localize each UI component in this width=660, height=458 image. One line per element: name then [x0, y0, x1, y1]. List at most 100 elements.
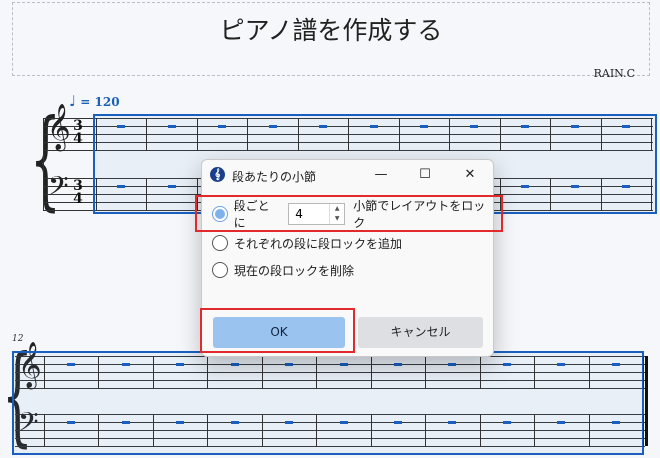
option-remove-lock[interactable]: 現在の段ロックを削除 [212, 260, 354, 280]
barline [534, 414, 535, 447]
whole-rest-icon[interactable] [285, 421, 293, 424]
barline [425, 356, 426, 389]
close-icon[interactable]: ✕ [450, 162, 490, 188]
barline [534, 356, 535, 389]
barline [197, 118, 198, 151]
barline [96, 118, 97, 151]
cancel-button[interactable]: キャンセル [358, 317, 483, 348]
barline [371, 356, 372, 389]
barline [146, 178, 147, 211]
barline [589, 356, 590, 389]
highlight-ok-button [200, 308, 355, 353]
option3-label: 現在の段ロックを削除 [234, 263, 355, 278]
ts-den: 4 [73, 191, 83, 207]
barline [153, 414, 154, 447]
whole-rest-icon[interactable] [448, 421, 456, 424]
dialog-title: 段あたりの小節 [232, 170, 317, 184]
barline [449, 118, 450, 151]
whole-rest-icon[interactable] [117, 185, 125, 188]
whole-rest-icon[interactable] [470, 125, 478, 128]
barline [298, 118, 299, 151]
barline [651, 178, 652, 211]
barline [643, 414, 644, 447]
whole-rest-icon[interactable] [67, 421, 75, 424]
barline [146, 118, 147, 151]
whole-rest-icon[interactable] [557, 363, 565, 366]
whole-rest-icon[interactable] [612, 421, 620, 424]
whole-rest-icon[interactable] [122, 363, 130, 366]
whole-rest-icon[interactable] [269, 125, 277, 128]
barline [643, 356, 644, 389]
barline [316, 414, 317, 447]
time-sig-treble[interactable]: 3 4 [72, 119, 84, 147]
whole-rest-icon[interactable] [218, 125, 226, 128]
ts-den: 4 [73, 131, 83, 147]
whole-rest-icon[interactable] [285, 363, 293, 366]
whole-rest-icon[interactable] [420, 125, 428, 128]
time-sig-bass[interactable]: 3 4 [72, 179, 84, 207]
whole-rest-icon[interactable] [394, 421, 402, 424]
minimize-icon[interactable]: — [361, 162, 401, 188]
system2-selection[interactable] [12, 351, 644, 455]
whole-rest-icon[interactable] [340, 363, 348, 366]
barline [207, 356, 208, 389]
barline [98, 356, 99, 389]
barline [550, 178, 551, 211]
whole-rest-icon[interactable] [571, 125, 579, 128]
barline [651, 118, 652, 151]
whole-rest-icon[interactable] [521, 185, 529, 188]
barline [601, 178, 602, 211]
whole-rest-icon[interactable] [448, 363, 456, 366]
barline [480, 414, 481, 447]
option2-label: それぞれの段に段ロックを追加 [234, 236, 403, 251]
barline [207, 414, 208, 447]
barline [44, 414, 45, 447]
tempo-value: = 120 [80, 95, 120, 109]
title-frame[interactable]: ピアノ譜を作成する RAIN.C [12, 2, 650, 80]
whole-rest-icon[interactable] [521, 125, 529, 128]
barline [44, 356, 45, 389]
whole-rest-icon[interactable] [622, 125, 630, 128]
barline [98, 414, 99, 447]
maximize-icon[interactable]: ☐ [405, 162, 445, 188]
whole-rest-icon[interactable] [370, 125, 378, 128]
score-title[interactable]: ピアノ譜を作成する [13, 11, 649, 47]
barline [262, 356, 263, 389]
radio-add-lock-each[interactable] [212, 235, 228, 251]
barline [500, 118, 501, 151]
bass-clef-icon[interactable]: 𝄢 [48, 170, 69, 209]
barline [480, 356, 481, 389]
whole-rest-icon[interactable] [168, 125, 176, 128]
whole-rest-icon[interactable] [503, 363, 511, 366]
radio-remove-lock[interactable] [212, 262, 228, 278]
whole-rest-icon[interactable] [176, 363, 184, 366]
barline [550, 118, 551, 151]
whole-rest-icon[interactable] [67, 363, 75, 366]
whole-rest-icon[interactable] [176, 421, 184, 424]
whole-rest-icon[interactable] [231, 363, 239, 366]
whole-rest-icon[interactable] [557, 421, 565, 424]
whole-rest-icon[interactable] [503, 421, 511, 424]
barline [316, 356, 317, 389]
barline [425, 414, 426, 447]
whole-rest-icon[interactable] [394, 363, 402, 366]
system1-start-barline [43, 118, 44, 211]
whole-rest-icon[interactable] [319, 125, 327, 128]
tempo-marking[interactable]: ♩ = 120 [69, 92, 120, 110]
highlight-option-row [195, 195, 503, 232]
barline [601, 118, 602, 151]
whole-rest-icon[interactable] [622, 185, 630, 188]
whole-rest-icon[interactable] [340, 421, 348, 424]
barline [399, 118, 400, 151]
composer-text[interactable]: RAIN.C [594, 67, 635, 80]
whole-rest-icon[interactable] [168, 185, 176, 188]
whole-rest-icon[interactable] [571, 185, 579, 188]
barline [348, 118, 349, 151]
musescore-app-icon: 𝄞 [210, 167, 225, 182]
whole-rest-icon[interactable] [117, 125, 125, 128]
whole-rest-icon[interactable] [122, 421, 130, 424]
treble-clef-icon[interactable]: 𝄞 [47, 104, 71, 150]
whole-rest-icon[interactable] [612, 363, 620, 366]
option-add-lock-each[interactable]: それぞれの段に段ロックを追加 [212, 233, 402, 253]
whole-rest-icon[interactable] [231, 421, 239, 424]
